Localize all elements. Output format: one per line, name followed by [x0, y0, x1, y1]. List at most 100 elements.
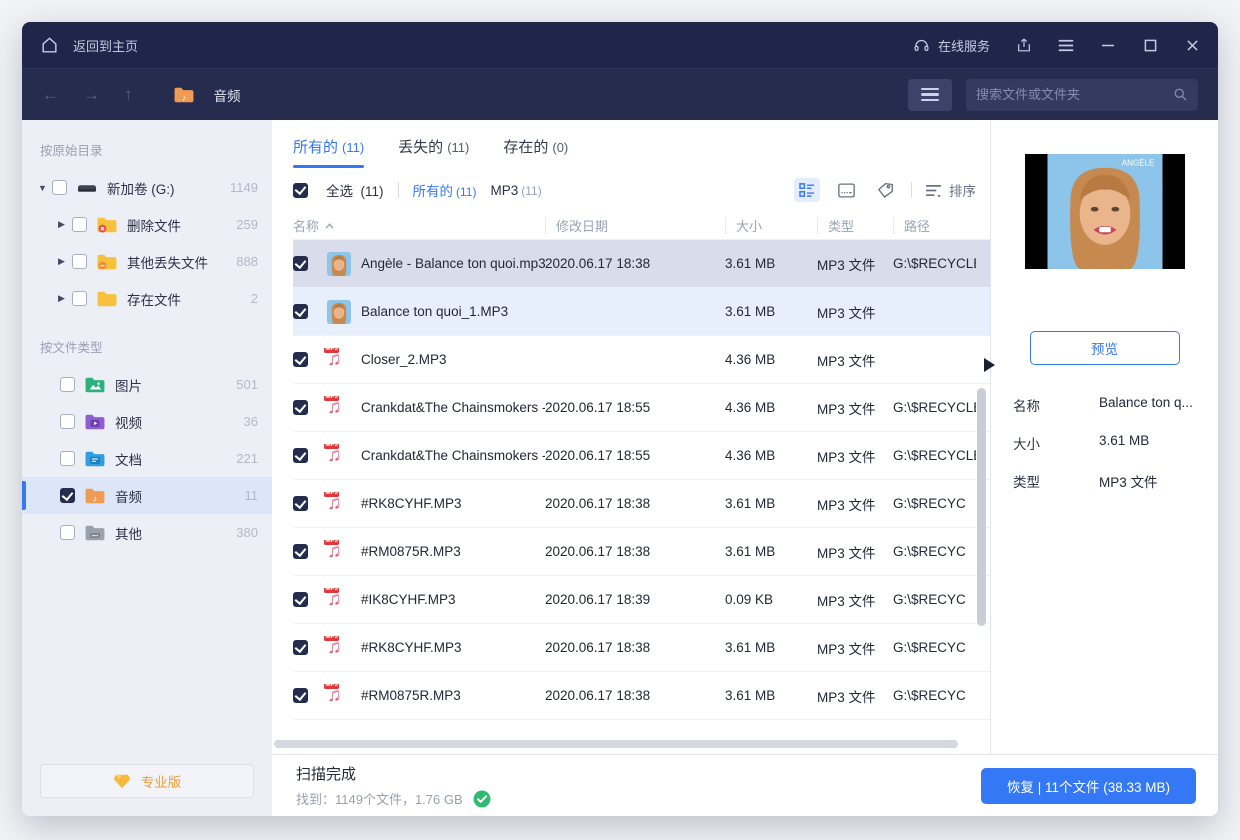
detail-value: MP3 文件: [1099, 471, 1158, 491]
table-row[interactable]: Angèle - Balance ton quoi.mp32020.06.17 …: [293, 240, 990, 288]
maximize-button[interactable]: [1142, 37, 1158, 53]
tab-1[interactable]: 丢失的(11): [398, 136, 469, 168]
checkbox-icon[interactable]: [60, 488, 75, 503]
checkbox-icon[interactable]: [293, 256, 308, 271]
back-arrow-icon[interactable]: ←: [42, 85, 59, 105]
table-row[interactable]: ♫MP3#RK8CYHF.MP32020.06.17 18:383.61 MBM…: [293, 624, 990, 672]
select-all-label: 全选: [326, 184, 353, 199]
column-header-path[interactable]: 路径: [893, 218, 976, 234]
list-view-button[interactable]: [794, 178, 820, 202]
vertical-scrollbar[interactable]: [977, 388, 986, 626]
caret-right-icon[interactable]: ▶: [58, 256, 72, 267]
recover-button[interactable]: 恢复 | 11个文件 (38.33 MB): [981, 768, 1196, 804]
column-header-type[interactable]: 类型: [817, 218, 893, 234]
search-box: [966, 79, 1198, 111]
mp3-file-icon: ♫MP3: [327, 444, 351, 468]
detail-row-0: 名称Balance ton q...: [1013, 395, 1196, 415]
breadcrumb[interactable]: ♪ 音频: [173, 85, 241, 105]
caret-right-icon[interactable]: ▶: [58, 293, 72, 304]
audio-folder-icon: ♪: [173, 86, 195, 104]
filetype-label: 音频: [115, 486, 142, 506]
file-path: G:\$RECYCLE.: [893, 448, 976, 463]
table-row[interactable]: ♫MP3#RM0875R.MP32020.06.17 18:383.61 MBM…: [293, 672, 990, 720]
filetype-item-2[interactable]: 文档221: [22, 440, 272, 477]
caret-down-icon[interactable]: ▼: [38, 183, 52, 193]
pro-version-button[interactable]: 专业版: [40, 764, 254, 798]
column-header-date[interactable]: 修改日期: [545, 218, 725, 234]
checkbox-icon[interactable]: [72, 291, 87, 306]
checkbox-icon[interactable]: [293, 304, 308, 319]
tag-view-button[interactable]: [872, 178, 898, 202]
horizontal-scrollbar[interactable]: [274, 740, 958, 748]
status-bar: 扫描完成 找到：1149个文件，1.76 GB 恢复 | 11个文件 (38.3…: [272, 754, 1218, 816]
column-header-name[interactable]: 名称: [293, 218, 545, 234]
preview-button[interactable]: 预览: [1030, 331, 1180, 365]
filter-menu-button[interactable]: [908, 79, 952, 111]
filetype-item-0[interactable]: 图片501: [22, 366, 272, 403]
checkbox-icon[interactable]: [60, 414, 75, 429]
checkbox-icon[interactable]: [293, 352, 308, 367]
checkbox-icon[interactable]: [293, 448, 308, 463]
file-path: G:\$RECYC: [893, 592, 976, 607]
table-row[interactable]: ♫MP3#RK8CYHF.MP32020.06.17 18:383.61 MBM…: [293, 480, 990, 528]
file-size: 4.36 MB: [725, 448, 817, 463]
checkbox-icon[interactable]: [293, 688, 308, 703]
search-input[interactable]: [976, 87, 1173, 102]
share-button[interactable]: [1016, 37, 1032, 53]
file-list-area: 所有的(11) 丢失的(11) 存在的(0) 全选 (11) 所有的(11) MP3…: [272, 120, 990, 754]
hamburger-icon: [921, 85, 939, 105]
app-menu-button[interactable]: [1058, 37, 1074, 53]
back-to-home-label: 返回到主页: [73, 36, 138, 55]
filetype-item-1[interactable]: 视频36: [22, 403, 272, 440]
sort-button[interactable]: 排序: [925, 180, 976, 200]
tab-0[interactable]: 所有的(11): [293, 136, 364, 168]
tree-item-0[interactable]: ▼新加卷 (G:)1149: [22, 169, 272, 206]
checkbox-icon[interactable]: [293, 400, 308, 415]
close-button[interactable]: [1184, 37, 1200, 53]
detail-view-button[interactable]: [833, 178, 859, 202]
table-row[interactable]: ♫MP3Closer_2.MP34.36 MBMP3 文件: [293, 336, 990, 384]
checkbox-icon[interactable]: [60, 377, 75, 392]
forward-arrow-icon[interactable]: →: [83, 85, 100, 105]
checkbox-icon[interactable]: [72, 254, 87, 269]
checkbox-icon[interactable]: [293, 592, 308, 607]
checkbox-icon[interactable]: [72, 217, 87, 232]
table-row[interactable]: Balance ton quoi_1.MP33.61 MBMP3 文件: [293, 288, 990, 336]
filter-all-link[interactable]: 所有的(11): [413, 180, 477, 200]
file-size: 3.61 MB: [725, 304, 817, 319]
file-date: 2020.06.17 18:38: [545, 544, 725, 559]
select-all-checkbox[interactable]: 全选 (11): [293, 180, 384, 200]
checkbox-icon[interactable]: [60, 451, 75, 466]
tree-item-3[interactable]: ▶ 存在文件2: [22, 280, 272, 317]
collapse-panel-arrow[interactable]: [984, 358, 995, 372]
checkbox-icon[interactable]: [293, 544, 308, 559]
tree-item-count: 888: [236, 254, 258, 269]
file-name: Balance ton quoi_1.MP3: [361, 304, 508, 319]
tab-2[interactable]: 存在的(0): [503, 136, 568, 168]
checkbox-icon[interactable]: [293, 496, 308, 511]
tree-item-1[interactable]: ▶ 删除文件259: [22, 206, 272, 243]
up-arrow-icon[interactable]: ↑: [124, 85, 133, 105]
tree-item-2[interactable]: ▶ 其他丢失文件888: [22, 243, 272, 280]
table-row[interactable]: ♫MP3Crankdat&The Chainsmokers - ...2020.…: [293, 432, 990, 480]
checkbox-icon[interactable]: [52, 180, 67, 195]
table-row[interactable]: ♫MP3Crankdat&The Chainsmokers - ...2020.…: [293, 384, 990, 432]
filetype-item-3[interactable]: ♪音频11: [22, 477, 272, 514]
online-service-button[interactable]: 在线服务: [913, 36, 990, 55]
file-path: G:\$RECYC: [893, 544, 976, 559]
table-row[interactable]: ♫MP3#IK8CYHF.MP32020.06.17 18:390.09 KBM…: [293, 576, 990, 624]
table-row[interactable]: ♫MP3#RM0875R.MP32020.06.17 18:383.61 MBM…: [293, 528, 990, 576]
checkbox-icon[interactable]: [60, 525, 75, 540]
detail-value: Balance ton q...: [1099, 395, 1193, 415]
filter-mp3-link[interactable]: MP3(11): [490, 183, 541, 198]
file-type: MP3 文件: [817, 590, 893, 610]
back-to-home-button[interactable]: 返回到主页: [40, 36, 138, 55]
column-header-size[interactable]: 大小: [725, 218, 817, 234]
minimize-button[interactable]: [1100, 37, 1116, 53]
search-icon[interactable]: [1173, 87, 1188, 102]
checkbox-icon[interactable]: [293, 640, 308, 655]
caret-right-icon[interactable]: ▶: [58, 219, 72, 230]
file-path: G:\$RECYCLE.: [893, 400, 976, 415]
filetype-item-4[interactable]: 其他380: [22, 514, 272, 551]
file-date: 2020.06.17 18:38: [545, 688, 725, 703]
